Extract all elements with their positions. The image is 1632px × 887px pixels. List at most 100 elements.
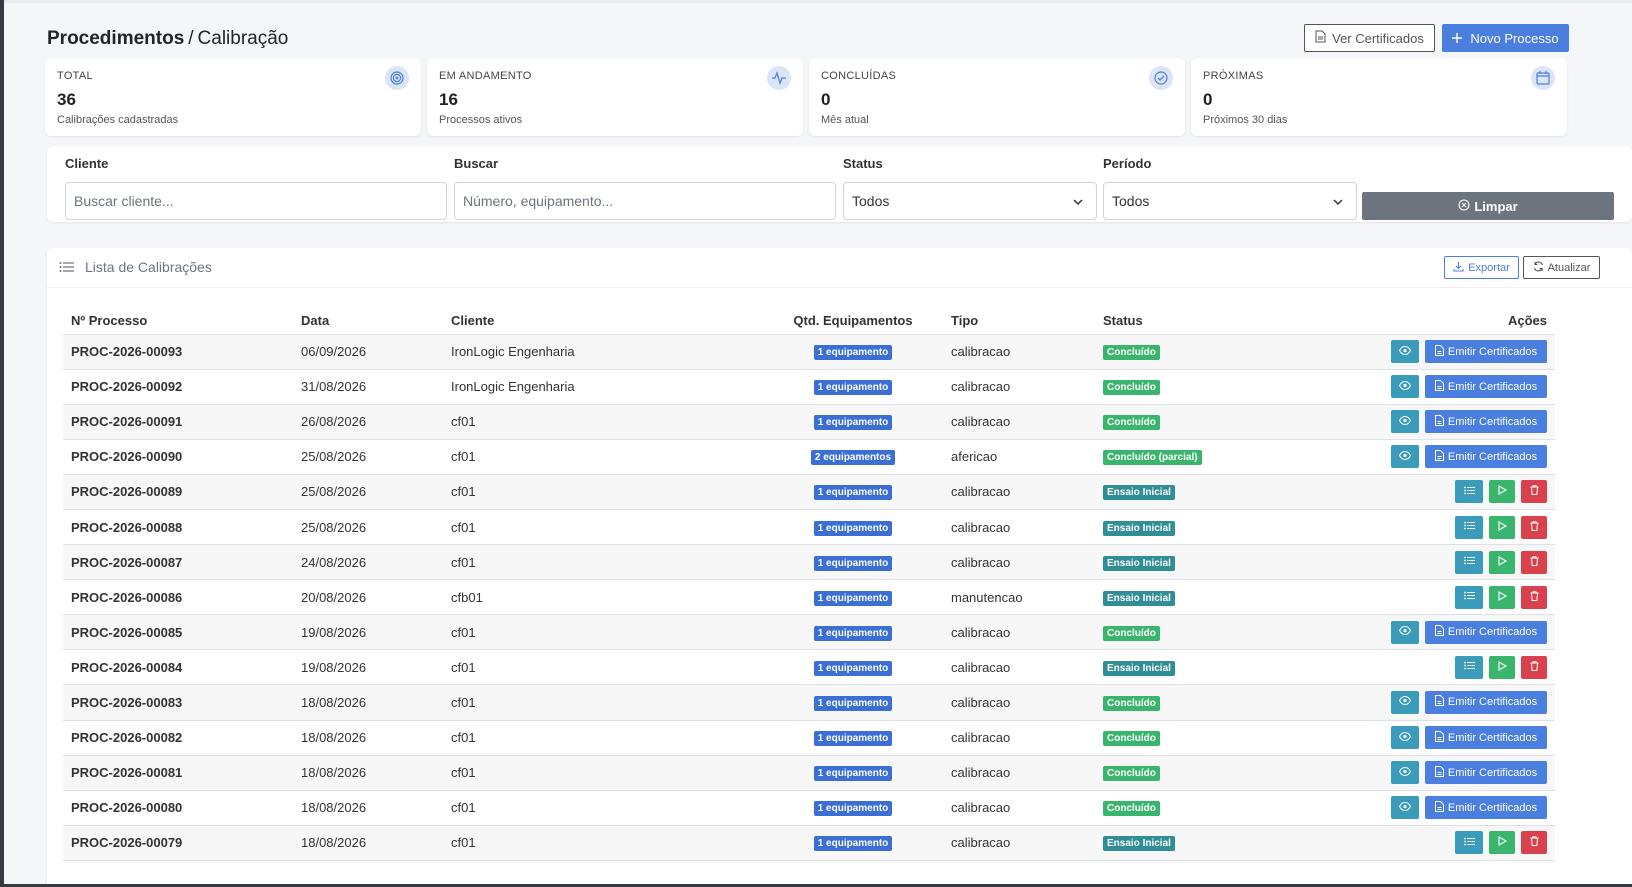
start-button[interactable] xyxy=(1489,655,1515,679)
details-button[interactable] xyxy=(1455,655,1483,679)
view-button[interactable] xyxy=(1391,410,1419,434)
table-row: PROC-2026-00083 18/08/2026 cf01 1 equipamen… xyxy=(63,684,1555,721)
view-button[interactable] xyxy=(1391,375,1419,399)
list-card: Lista de Calibrações Exportar Atualizar … xyxy=(47,248,1632,887)
cell-data: 25/08/2026 xyxy=(293,474,443,510)
emitir-certificados-button[interactable]: Emitir Certificados xyxy=(1425,796,1547,820)
row-actions: Emitir Certificados xyxy=(1263,375,1547,399)
cell-acoes: Emitir Certificados xyxy=(1255,720,1555,756)
breadcrumb-separator: / xyxy=(188,28,194,49)
emitir-certificados-button[interactable]: Emitir Certificados xyxy=(1425,690,1547,714)
cell-tipo: manutencao xyxy=(943,579,1095,616)
row-actions: Emitir Certificados xyxy=(1263,726,1547,750)
delete-button[interactable] xyxy=(1521,831,1547,855)
cell-qtd: 1 equipamento xyxy=(763,649,943,686)
eye-icon xyxy=(1398,415,1412,428)
limpar-button[interactable]: Limpar xyxy=(1362,192,1614,220)
table-row: PROC-2026-00084 19/08/2026 cf01 1 equipamen… xyxy=(63,649,1555,686)
novo-processo-button[interactable]: Novo Processo xyxy=(1442,24,1569,52)
emitir-certificados-button[interactable]: Emitir Certificados xyxy=(1425,340,1547,364)
cell-tipo: calibracao xyxy=(943,509,1095,546)
delete-button[interactable] xyxy=(1521,585,1547,609)
emitir-certificados-label: Emitir Certificados xyxy=(1447,766,1538,779)
calendar-icon xyxy=(1531,66,1555,90)
emitir-certificados-button[interactable]: Emitir Certificados xyxy=(1425,726,1547,750)
cell-acoes: Emitir Certificados xyxy=(1255,790,1555,826)
cliente-search-input[interactable] xyxy=(65,182,447,220)
details-button[interactable] xyxy=(1455,550,1483,574)
qtd-badge: 1 equipamento xyxy=(813,801,893,817)
buscar-input[interactable] xyxy=(454,182,836,220)
cell-data: 25/08/2026 xyxy=(293,509,443,546)
start-button[interactable] xyxy=(1489,480,1515,504)
stat-label: PRÓXIMAS xyxy=(1203,70,1264,82)
status-badge: Concluído xyxy=(1103,695,1160,711)
play-icon xyxy=(1497,555,1507,569)
view-button[interactable] xyxy=(1391,445,1419,469)
qtd-badge: 1 equipamento xyxy=(813,590,893,606)
view-button[interactable] xyxy=(1391,340,1419,364)
play-icon xyxy=(1497,485,1507,498)
status-badge: Ensaio Inicial xyxy=(1103,520,1175,536)
status-select[interactable]: Todos xyxy=(843,182,1097,220)
cell-status: Concluído xyxy=(1095,684,1255,721)
col-status[interactable]: Status xyxy=(1095,308,1255,335)
start-button[interactable] xyxy=(1489,585,1515,609)
cell-processo: PROC-2026-00089 xyxy=(63,474,293,510)
cell-acoes: Emitir Certificados xyxy=(1255,684,1555,721)
col-qtd[interactable]: Qtd. Equipamentos xyxy=(763,308,943,335)
details-button[interactable] xyxy=(1455,831,1483,855)
view-button[interactable] xyxy=(1391,690,1419,714)
view-button[interactable] xyxy=(1391,761,1419,785)
cell-qtd: 1 equipamento xyxy=(763,614,943,651)
col-processo[interactable]: Nº Processo xyxy=(63,308,293,335)
col-tipo[interactable]: Tipo xyxy=(943,308,1095,335)
delete-button[interactable] xyxy=(1521,480,1547,504)
row-actions: Emitir Certificados xyxy=(1263,620,1547,644)
emitir-certificados-button[interactable]: Emitir Certificados xyxy=(1425,410,1547,434)
cell-tipo: afericao xyxy=(943,439,1095,475)
cell-data: 19/08/2026 xyxy=(293,614,443,651)
play-icon xyxy=(1497,520,1507,534)
trash-icon xyxy=(1530,591,1539,604)
delete-button[interactable] xyxy=(1521,550,1547,574)
breadcrumb-main[interactable]: Procedimentos xyxy=(47,28,184,49)
periodo-select[interactable]: Todos xyxy=(1103,182,1357,220)
start-button[interactable] xyxy=(1489,515,1515,539)
view-button[interactable] xyxy=(1391,620,1419,644)
emitir-certificados-button[interactable]: Emitir Certificados xyxy=(1425,375,1547,399)
start-button[interactable] xyxy=(1489,831,1515,855)
cell-acoes xyxy=(1255,544,1555,581)
delete-button[interactable] xyxy=(1521,515,1547,539)
qtd-badge: 1 equipamento xyxy=(813,766,893,782)
col-cliente[interactable]: Cliente xyxy=(443,308,763,335)
ver-certificados-button[interactable]: Ver Certificados xyxy=(1304,24,1435,52)
details-button[interactable] xyxy=(1455,515,1483,539)
cell-processo: PROC-2026-00080 xyxy=(63,790,293,826)
cell-tipo: calibracao xyxy=(943,755,1095,791)
start-button[interactable] xyxy=(1489,550,1515,574)
cell-processo: PROC-2026-00090 xyxy=(63,439,293,475)
delete-button[interactable] xyxy=(1521,655,1547,679)
list-icon xyxy=(1463,661,1475,673)
refresh-icon xyxy=(1533,261,1544,275)
cell-qtd: 1 equipamento xyxy=(763,404,943,440)
qtd-badge: 1 equipamento xyxy=(813,625,893,641)
emitir-certificados-button[interactable]: Emitir Certificados xyxy=(1425,761,1547,785)
view-button[interactable] xyxy=(1391,796,1419,820)
row-actions xyxy=(1263,585,1547,609)
cell-status: Ensaio Inicial xyxy=(1095,649,1255,686)
table-row: PROC-2026-00089 25/08/2026 cf01 1 equipamen… xyxy=(63,474,1555,510)
cell-qtd: 1 equipamento xyxy=(763,334,943,370)
emitir-certificados-button[interactable]: Emitir Certificados xyxy=(1425,620,1547,644)
emitir-certificados-button[interactable]: Emitir Certificados xyxy=(1425,445,1547,469)
atualizar-button[interactable]: Atualizar xyxy=(1523,256,1600,279)
table-header-row: Nº Processo Data Cliente Qtd. Equipament… xyxy=(63,308,1555,335)
filters-panel: Cliente Buscar Status Todos Período Todo… xyxy=(47,146,1632,222)
emitir-certificados-label: Emitir Certificados xyxy=(1447,380,1538,393)
details-button[interactable] xyxy=(1455,480,1483,504)
view-button[interactable] xyxy=(1391,726,1419,750)
col-data[interactable]: Data xyxy=(293,308,443,335)
exportar-button[interactable]: Exportar xyxy=(1444,256,1519,279)
details-button[interactable] xyxy=(1455,585,1483,609)
